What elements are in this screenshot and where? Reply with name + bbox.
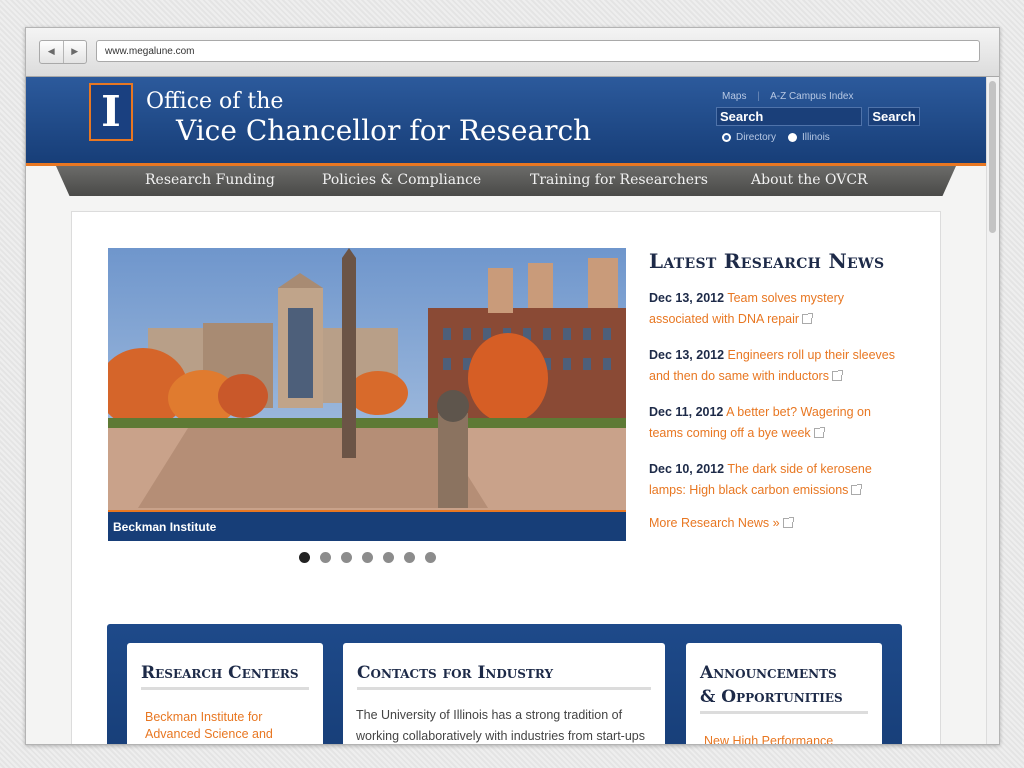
nav-policies-compliance[interactable]: Policies & Compliance: [322, 172, 481, 188]
slideshow-dots: [299, 552, 436, 563]
slide-dot[interactable]: [341, 552, 352, 563]
news-item: Dec 13, 2012 Team solves mystery associa…: [649, 288, 899, 330]
beckman-link-label: Beckman Institute for Advanced Science a…: [145, 710, 273, 741]
search-input[interactable]: Search: [716, 107, 862, 126]
slide-dot[interactable]: [299, 552, 310, 563]
campus-photo: [108, 248, 626, 541]
browser-window: ◀ ▶ www.megalune.com I Office of the Vic…: [25, 27, 1000, 745]
features-band: Research Centers Beckman Institute for A…: [107, 624, 902, 744]
news-item: Dec 10, 2012 The dark side of kerosene l…: [649, 459, 899, 501]
search-button[interactable]: Search: [868, 107, 920, 126]
back-arrow-icon[interactable]: ◀: [40, 41, 64, 63]
main-nav: Research Funding Policies & Compliance T…: [56, 166, 956, 196]
contacts-industry-heading: Contacts for Industry: [357, 663, 554, 683]
contacts-industry-box: Contacts for Industry The University of …: [343, 643, 665, 744]
forward-arrow-icon[interactable]: ▶: [64, 41, 87, 63]
nav-research-funding[interactable]: Research Funding: [145, 172, 275, 188]
external-link-icon: [782, 517, 794, 528]
search-scope: Directory Illinois: [722, 132, 842, 143]
az-index-link[interactable]: A-Z Campus Index: [770, 91, 853, 102]
beckman-link[interactable]: Beckman Institute for Advanced Science a…: [145, 709, 315, 744]
announcements-heading-line1: Announcements: [700, 663, 837, 683]
slide-dot[interactable]: [362, 552, 373, 563]
news-item: Dec 13, 2012 Engineers roll up their sle…: [649, 345, 899, 387]
more-news-link[interactable]: More Research News »: [649, 516, 794, 530]
slideshow-image[interactable]: Beckman Institute: [108, 248, 626, 541]
news-date: Dec 13, 2012: [649, 348, 725, 362]
slide-dot[interactable]: [383, 552, 394, 563]
news-date: Dec 11, 2012: [649, 405, 724, 419]
announcement-link[interactable]: New High Performance Biological Computin…: [704, 733, 874, 744]
news-date: Dec 10, 2012: [649, 462, 725, 476]
divider: [357, 687, 651, 690]
external-link-icon: [813, 427, 825, 438]
research-centers-heading: Research Centers: [141, 663, 299, 683]
external-link-icon: [802, 313, 814, 324]
utility-links: Maps | A-Z Campus Index: [722, 91, 861, 102]
news-date: Dec 13, 2012: [649, 291, 725, 305]
more-news-label: More Research News »: [649, 516, 780, 530]
news-heading: Latest Research News: [649, 249, 885, 273]
browser-toolbar: ◀ ▶ www.megalune.com: [26, 28, 999, 77]
contacts-industry-text: The University of Illinois has a strong …: [356, 708, 645, 743]
nav-about-ovcr[interactable]: About the OVCR: [751, 172, 868, 188]
announcements-heading-line2: & Opportunities: [700, 687, 843, 707]
vertical-scrollbar[interactable]: [986, 77, 999, 744]
news-item: Dec 11, 2012 A better bet? Wagering on t…: [649, 402, 899, 444]
site-header: I Office of the Vice Chancellor for Rese…: [26, 77, 986, 166]
announcements-box: Announcements & Opportunities New High P…: [686, 643, 882, 744]
site-title-line1[interactable]: Office of the: [146, 89, 283, 114]
radio-directory[interactable]: [722, 133, 731, 142]
research-centers-box: Research Centers Beckman Institute for A…: [127, 643, 323, 744]
external-link-icon: [851, 484, 863, 495]
slide-dot[interactable]: [404, 552, 415, 563]
address-bar[interactable]: www.megalune.com: [96, 40, 980, 62]
announcements-heading: Announcements & Opportunities: [700, 661, 843, 709]
radio-directory-label: Directory: [736, 132, 777, 143]
scrollbar-thumb[interactable]: [989, 81, 996, 233]
logo-letter: I: [101, 87, 121, 136]
divider: [700, 711, 868, 714]
radio-illinois[interactable]: [788, 133, 798, 142]
slide-dot[interactable]: [425, 552, 436, 563]
page-viewport: I Office of the Vice Chancellor for Rese…: [26, 77, 999, 744]
radio-illinois-label: Illinois: [802, 132, 830, 143]
history-nav: ◀ ▶: [39, 40, 87, 64]
illinois-logo-icon[interactable]: I: [89, 83, 133, 141]
site-title-line2[interactable]: Vice Chancellor for Research: [176, 114, 591, 147]
slide-caption: Beckman Institute: [108, 510, 626, 541]
slide-dot[interactable]: [320, 552, 331, 563]
external-link-icon: [831, 370, 843, 381]
maps-link[interactable]: Maps: [722, 91, 746, 102]
nav-training-researchers[interactable]: Training for Researchers: [530, 172, 708, 188]
divider: |: [757, 91, 760, 102]
divider: [141, 687, 309, 690]
